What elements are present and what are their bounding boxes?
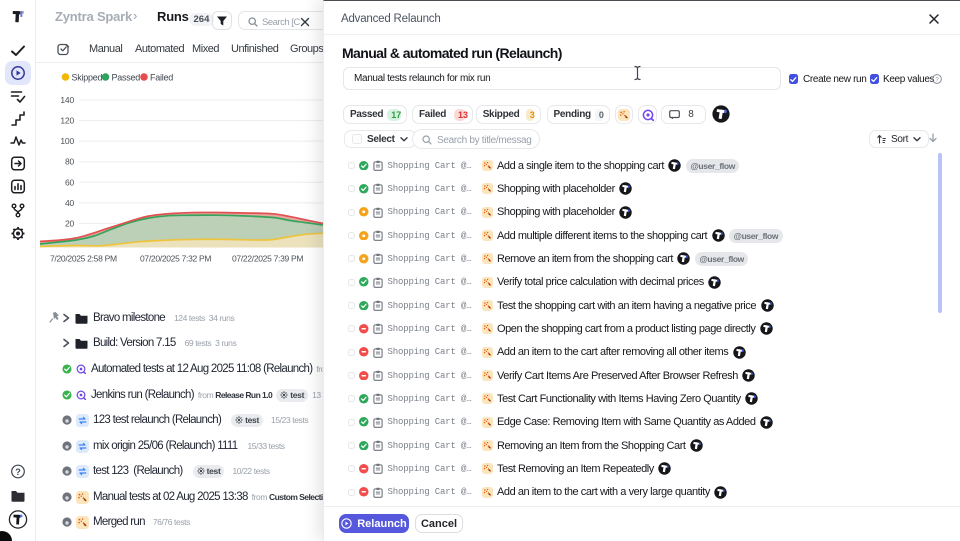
svg-text:120: 120 [60, 116, 74, 126]
svg-text:60: 60 [65, 177, 75, 187]
svg-text:140: 140 [60, 95, 74, 105]
svg-text:7/20/2025 2:58 PM: 7/20/2025 2:58 PM [50, 254, 117, 264]
svg-text:Skipped: Skipped [72, 73, 103, 83]
svg-text:100: 100 [60, 136, 74, 146]
svg-text:Passed: Passed [112, 73, 141, 83]
svg-text:?: ? [15, 467, 21, 477]
svg-text:40: 40 [65, 198, 75, 208]
svg-text:Failed: Failed [150, 73, 173, 83]
svg-text:20: 20 [65, 218, 75, 228]
svg-text:07/20/2025 7:32 PM: 07/20/2025 7:32 PM [140, 254, 211, 264]
svg-text:80: 80 [65, 157, 75, 167]
svg-text:07/22/2025 7:39 PM: 07/22/2025 7:39 PM [232, 254, 303, 264]
svg-text:?: ? [935, 76, 939, 83]
